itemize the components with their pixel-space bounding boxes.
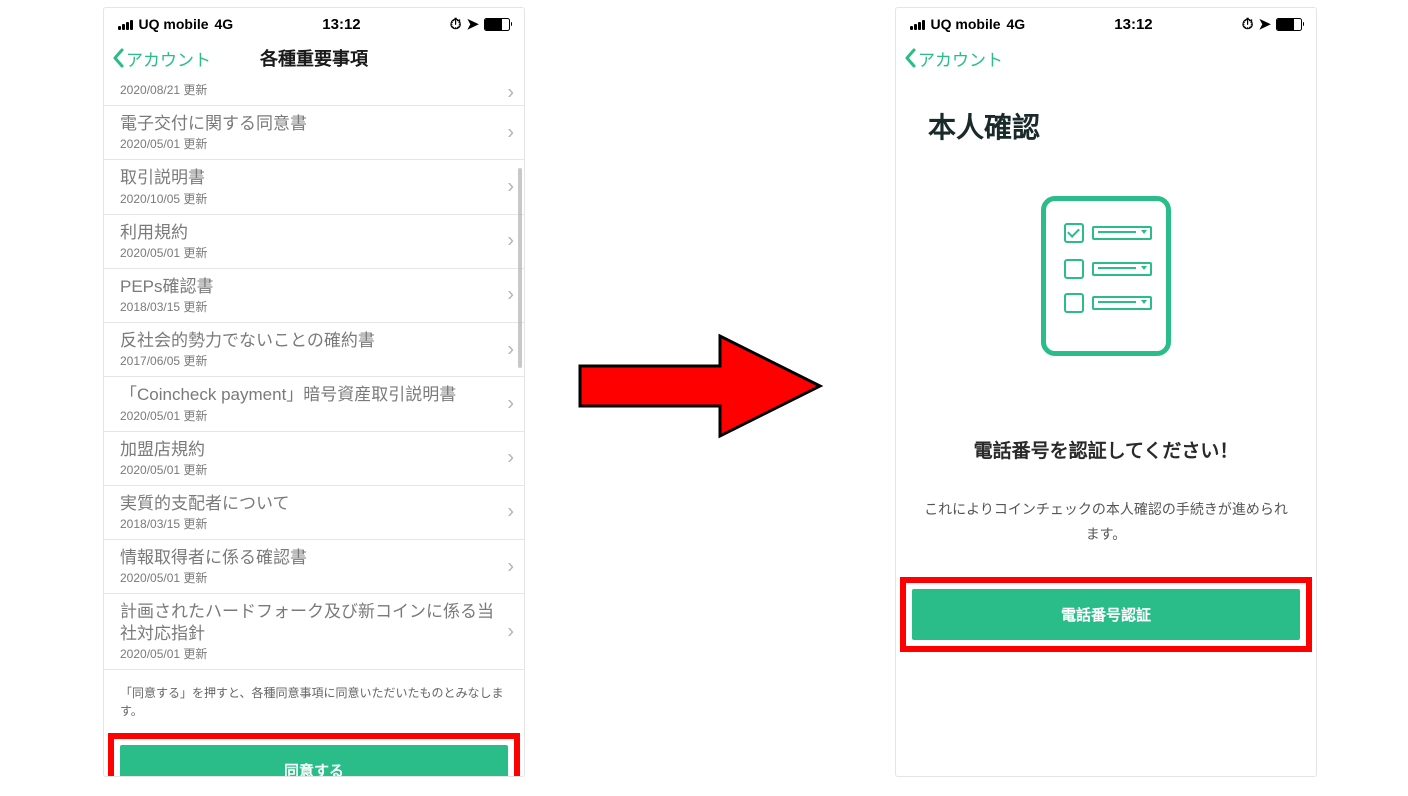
checkbox-checked-icon [1064,223,1084,243]
status-right: ⏱ ➤ [1242,17,1302,32]
document-date: 2018/03/15 更新 [120,515,496,532]
document-title: 取引説明書 [120,167,496,188]
field-icon [1092,262,1152,276]
form-card-icon [1041,196,1171,356]
back-label: アカウント [126,46,211,71]
document-row[interactable]: 電子交付に関する同意書2020/05/01 更新 › [104,106,524,160]
document-title: 情報取得者に係る確認書 [120,547,496,568]
chevron-right-icon: › [507,284,514,307]
document-date: 2018/03/15 更新 [120,298,496,315]
document-title: 「Coincheck payment」暗号資産取引説明書 [120,384,496,405]
chevron-right-icon: › [507,175,514,198]
chevron-right-icon: › [507,230,514,253]
battery-icon [1276,18,1302,31]
document-title: 電子交付に関する同意書 [120,113,496,134]
verify-subtext: これによりコインチェックの本人確認の手続きが進められます。 [896,497,1316,547]
agree-button[interactable]: 同意する [120,745,508,776]
phone-screen-terms: UQ mobile 4G 13:12 ⏱ ➤ アカウント 各種重要事項 2020… [104,8,524,776]
chevron-right-icon: › [507,620,514,643]
document-date: 2020/05/01 更新 [120,461,496,478]
document-row[interactable]: 実質的支配者について2018/03/15 更新 › [104,486,524,540]
flow-arrow-icon [570,326,830,446]
page-title: 本人確認 [896,80,1316,146]
chevron-right-icon: › [507,447,514,470]
field-icon [1092,226,1152,240]
document-date: 2020/05/01 更新 [120,569,496,586]
network-label: 4G [1007,16,1026,32]
chevron-left-icon [904,48,916,68]
alarm-icon: ⏱ [450,17,462,32]
signal-icon [910,19,925,30]
nav-bar: アカウント 各種重要事項 [104,36,524,80]
chevron-left-icon [112,48,124,68]
document-row[interactable]: 情報取得者に係る確認書2020/05/01 更新 › [104,540,524,594]
document-date: 2020/10/05 更新 [120,190,496,207]
battery-icon [484,18,510,31]
document-date: 2020/05/01 更新 [120,645,496,662]
document-date: 2020/05/01 更新 [120,135,496,152]
location-icon: ➤ [1258,17,1271,32]
document-title: 反社会的勢力でないことの確約書 [120,330,496,351]
document-list[interactable]: 2020/08/21 更新›電子交付に関する同意書2020/05/01 更新›取… [104,81,524,670]
document-row[interactable]: 利用規約2020/05/01 更新 › [104,215,524,269]
status-bar: UQ mobile 4G 13:12 ⏱ ➤ [896,8,1316,36]
document-row[interactable]: 「Coincheck payment」暗号資産取引説明書 2020/05/01 更… [104,377,524,431]
document-title: 利用規約 [120,222,496,243]
document-title: 加盟店規約 [120,439,496,460]
network-label: 4G [215,16,234,32]
chevron-right-icon: › [507,555,514,578]
nav-bar: アカウント [896,36,1316,80]
document-date: 2020/08/21 更新 [120,81,496,98]
chevron-right-icon: › [507,82,514,105]
checkbox-empty-icon [1064,293,1084,313]
alarm-icon: ⏱ [1242,17,1254,32]
document-row[interactable]: 反社会的勢力でないことの確約書2017/06/05 更新 › [104,323,524,377]
status-left: UQ mobile 4G [118,16,233,32]
verify-headline: 電話番号を認証してください！ [896,436,1316,463]
phone-verify-button[interactable]: 電話番号認証 [912,589,1300,640]
document-date: 2020/05/01 更新 [120,244,496,261]
checkbox-empty-icon [1064,259,1084,279]
signal-icon [118,19,133,30]
document-row[interactable]: 2020/08/21 更新 › [104,81,524,106]
clock-label: 13:12 [233,16,450,33]
consent-note: 「同意する」を押すと、各種同意事項に同意いただいたものとみなします。 [104,670,524,721]
highlight-frame: 同意する [108,733,520,776]
clock-label: 13:12 [1025,16,1242,33]
status-right: ⏱ ➤ [450,17,510,32]
chevron-right-icon: › [507,121,514,144]
document-title: 実質的支配者について [120,493,496,514]
chevron-right-icon: › [507,338,514,361]
document-row[interactable]: 加盟店規約2020/05/01 更新 › [104,432,524,486]
document-title: PEPs確認書 [120,276,496,297]
highlight-frame: 電話番号認証 [900,577,1312,652]
phone-screen-verify: UQ mobile 4G 13:12 ⏱ ➤ アカウント 本人確認 電話番号を認… [896,8,1316,776]
scrollbar[interactable] [518,168,522,368]
verify-illustration [1031,196,1181,356]
document-row[interactable]: 計画されたハードフォーク及び新コインに係る当社対応指針2020/05/01 更新… [104,594,524,670]
back-button[interactable]: アカウント [112,46,211,71]
carrier-label: UQ mobile [931,16,1001,32]
document-date: 2020/05/01 更新 [120,407,496,424]
document-row[interactable]: PEPs確認書2018/03/15 更新 › [104,269,524,323]
back-label: アカウント [918,46,1003,71]
back-button[interactable]: アカウント [904,46,1003,71]
chevron-right-icon: › [507,392,514,415]
document-date: 2017/06/05 更新 [120,352,496,369]
document-row[interactable]: 取引説明書 2020/10/05 更新 › [104,160,524,214]
document-title: 計画されたハードフォーク及び新コインに係る当社対応指針 [120,601,496,644]
carrier-label: UQ mobile [139,16,209,32]
chevron-right-icon: › [507,501,514,524]
field-icon [1092,296,1152,310]
status-left: UQ mobile 4G [910,16,1025,32]
status-bar: UQ mobile 4G 13:12 ⏱ ➤ [104,8,524,36]
location-icon: ➤ [466,17,479,32]
